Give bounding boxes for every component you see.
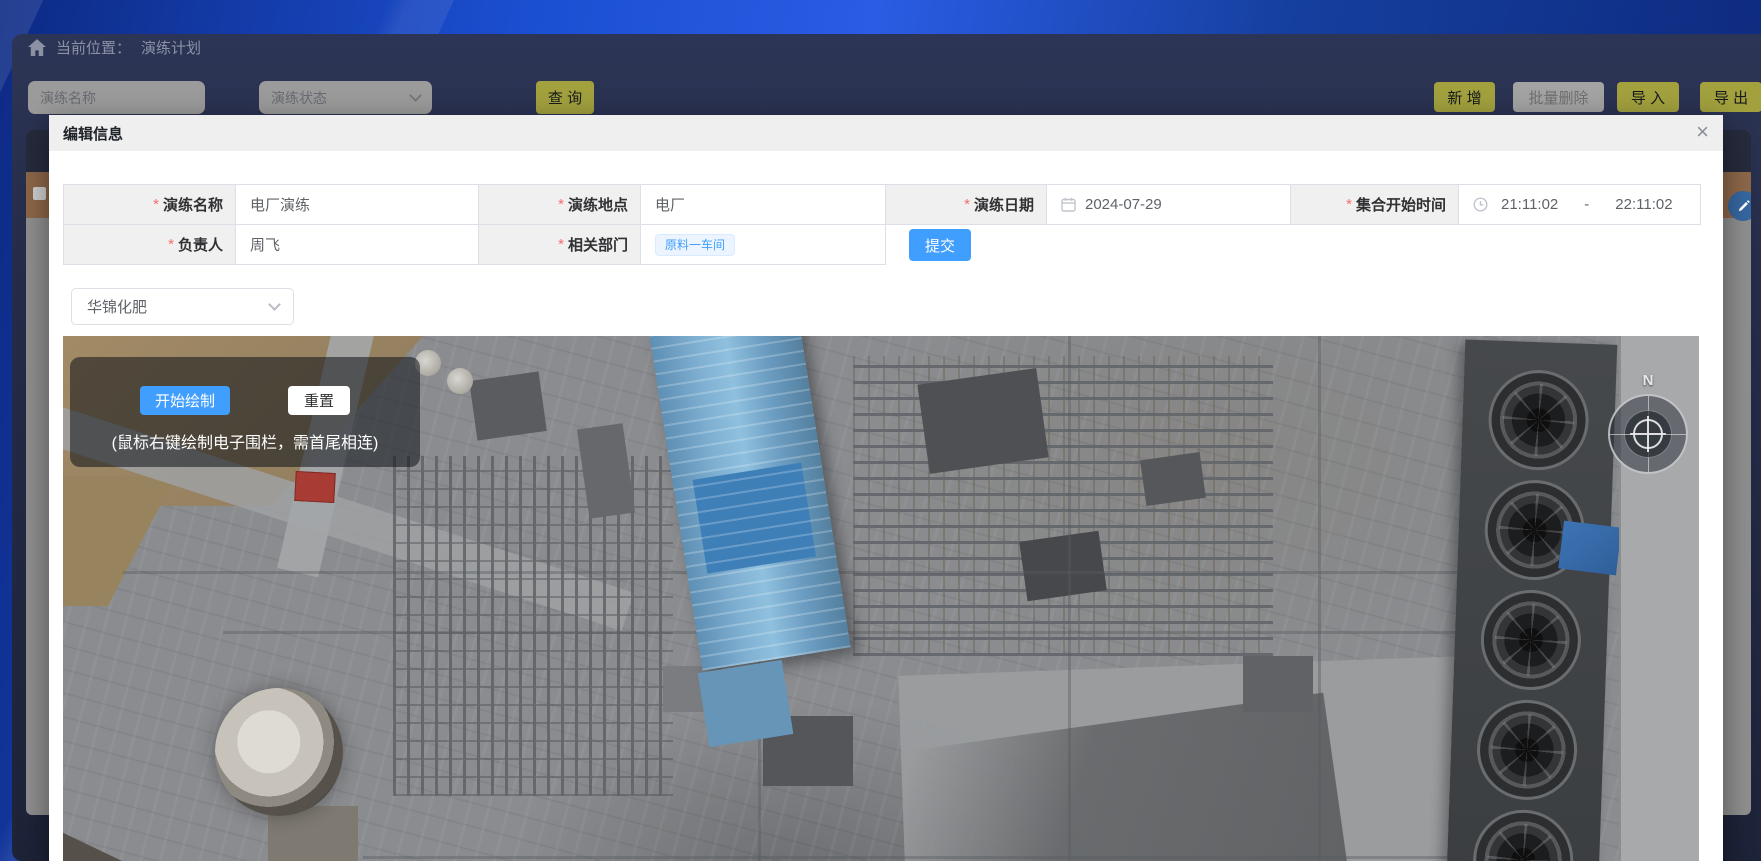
department-field[interactable]: 原料一车间 (641, 225, 886, 265)
required-marker: * (1346, 196, 1352, 213)
drill-form: * 演练名称 电厂演练 * 演练地点 电厂 * 演练日期 (63, 184, 1701, 265)
breadcrumb: 当前位置： 演练计划 (28, 37, 201, 58)
map-gravel-area (63, 816, 223, 861)
edit-info-modal: 编辑信息 × * 演练名称 电厂演练 * 演练地点 电厂 * 演练日期 (49, 115, 1723, 861)
person-field[interactable]: 周飞 (236, 225, 479, 265)
required-marker: * (964, 196, 970, 213)
drill-name-field[interactable]: 电厂演练 (236, 185, 479, 225)
map-structure (1019, 531, 1107, 602)
cooling-fan (1487, 368, 1590, 471)
calendar-icon (1061, 197, 1076, 212)
compass-north-label: N (1633, 372, 1663, 389)
submit-area: 提交 (886, 225, 1701, 265)
export-button[interactable]: 导 出 (1700, 82, 1761, 112)
map-canvas[interactable]: 开始绘制 重置 (鼠标右键绘制电子围栏，需首尾相连) N (63, 336, 1699, 861)
time-separator: - (1584, 196, 1589, 213)
reset-draw-button[interactable]: 重置 (288, 386, 350, 415)
map-structure (917, 368, 1048, 474)
drill-date-field[interactable]: 2024-07-29 (1047, 185, 1291, 225)
map-blue-roof-building (698, 660, 794, 747)
map-pipe-line (223, 631, 1523, 634)
time-start[interactable]: 21:11:02 (1501, 196, 1558, 213)
search-button[interactable]: 查 询 (536, 81, 594, 114)
required-marker: * (558, 236, 564, 253)
add-button[interactable]: 新 增 (1434, 82, 1495, 112)
required-marker: * (168, 236, 174, 253)
start-draw-button[interactable]: 开始绘制 (140, 386, 230, 415)
cooling-fan (1475, 698, 1578, 801)
map-structure (469, 371, 547, 440)
required-marker: * (153, 196, 159, 213)
import-button[interactable]: 导 入 (1617, 82, 1679, 112)
person-label: * 负责人 (64, 225, 236, 265)
department-tag[interactable]: 原料一车间 (655, 234, 735, 256)
map-pipe-line (123, 571, 1603, 574)
modal-title: 编辑信息 (63, 123, 123, 144)
app-screen: 当前位置： 演练计划 演练名称 演练状态 查 询 新 增 批量删除 导 入 导 … (0, 0, 1761, 861)
department-label: * 相关部门 (479, 225, 641, 265)
drill-status-placeholder: 演练状态 (271, 88, 327, 108)
plant-select-value: 华锦化肥 (87, 296, 147, 317)
home-icon (28, 39, 46, 56)
drill-name-label: * 演练名称 (64, 185, 236, 225)
drill-date-label: * 演练日期 (886, 185, 1047, 225)
submit-button[interactable]: 提交 (909, 229, 971, 261)
map-pipe-line (1068, 336, 1071, 861)
pencil-icon (1737, 200, 1750, 213)
modal-header: 编辑信息 × (49, 115, 1723, 151)
drill-status-select[interactable]: 演练状态 (259, 81, 432, 114)
compass-crosshair (1633, 419, 1663, 449)
batch-delete-button[interactable]: 批量删除 (1513, 82, 1604, 112)
map-structure (1243, 656, 1313, 712)
draw-hint-text: (鼠标右键绘制电子围栏，需首尾相连) (70, 429, 420, 453)
drill-name-placeholder: 演练名称 (40, 88, 96, 108)
map-blue-roof-section (693, 463, 817, 574)
map-pipe-rack (853, 356, 1273, 656)
map-cooling-towers (1445, 340, 1617, 861)
assembly-time-label: * 集合开始时间 (1291, 185, 1459, 225)
drill-location-field[interactable]: 电厂 (641, 185, 886, 225)
map-pipe-line (363, 856, 1463, 859)
chevron-down-icon (409, 89, 422, 102)
clock-icon (1473, 197, 1488, 212)
compass-icon[interactable] (1608, 394, 1688, 474)
drill-name-filter-input[interactable]: 演练名称 (28, 81, 205, 114)
assembly-time-field[interactable]: 21:11:02 - 22:11:02 (1459, 185, 1701, 225)
chevron-down-icon (268, 298, 281, 311)
cooling-fan (1472, 808, 1575, 861)
row-edit-button[interactable] (1728, 191, 1751, 221)
time-end[interactable]: 22:11:02 (1615, 196, 1672, 213)
drill-location-label: * 演练地点 (479, 185, 641, 225)
cooling-fan (1479, 588, 1582, 691)
row-checkbox[interactable] (33, 187, 46, 200)
breadcrumb-prefix: 当前位置： (56, 37, 131, 58)
map-tank-small (447, 368, 473, 394)
breadcrumb-current: 演练计划 (141, 37, 201, 58)
map-red-roof-building (294, 471, 336, 503)
plant-select[interactable]: 华锦化肥 (71, 288, 294, 325)
map-structure (1558, 521, 1621, 576)
close-icon[interactable]: × (1696, 119, 1709, 145)
map-pipe-line (1318, 336, 1321, 861)
map-blue-roof-building (649, 336, 850, 671)
draw-control-panel: 开始绘制 重置 (鼠标右键绘制电子围栏，需首尾相连) (70, 357, 420, 467)
map-storage-tank (215, 688, 343, 816)
required-marker: * (558, 196, 564, 213)
map-structure (1140, 452, 1206, 506)
